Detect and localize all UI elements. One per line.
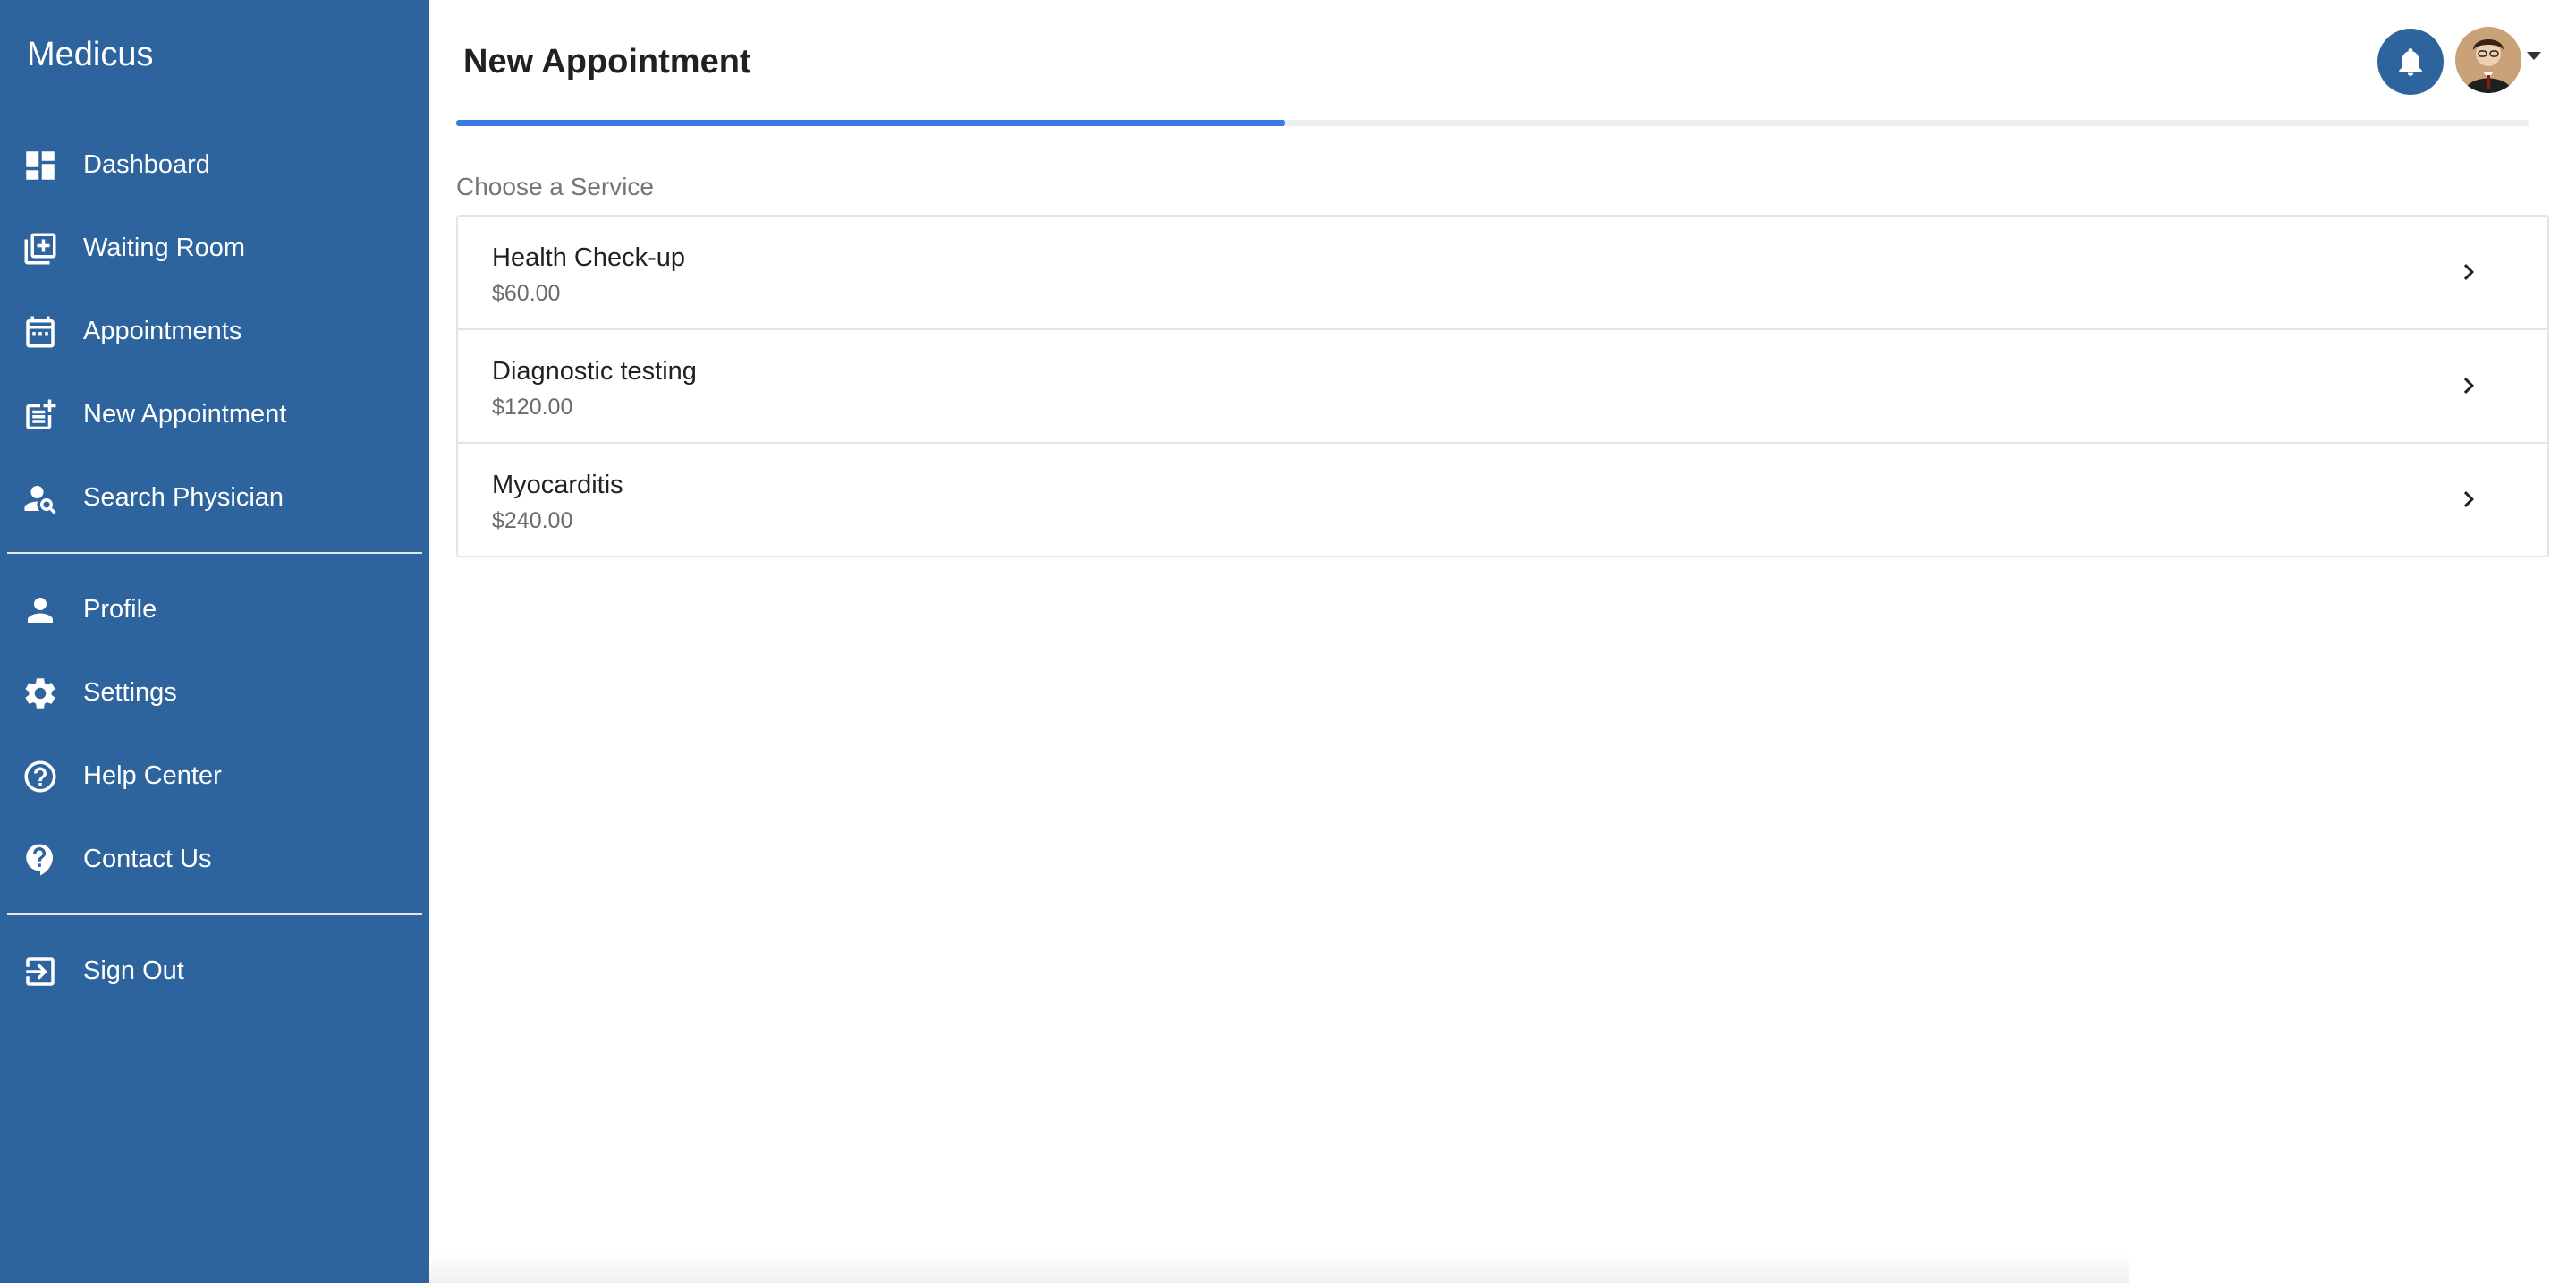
sidebar-item-new-appointment[interactable]: New Appointment — [0, 378, 429, 450]
user-avatar[interactable] — [2455, 27, 2521, 93]
sidebar-item-label: Appointments — [83, 316, 242, 345]
sidebar-item-settings[interactable]: Settings — [0, 657, 429, 728]
sidebar-item-label: Settings — [83, 677, 177, 707]
service-name: Health Check-up — [492, 243, 685, 272]
service-price: $60.00 — [492, 281, 561, 306]
sidebar-item-label: Search Physician — [83, 482, 284, 512]
brand-logo-text[interactable]: Medicus — [27, 36, 154, 74]
service-price: $120.00 — [492, 395, 573, 420]
chevron-right-icon — [2453, 483, 2485, 515]
main-content: New Appointment Choose a Service Health … — [429, 0, 2576, 1283]
caret-down-icon[interactable] — [2527, 52, 2541, 60]
calendar-icon — [21, 313, 59, 351]
help-circle-icon — [21, 758, 59, 795]
gear-icon — [21, 675, 59, 712]
library-add-icon — [21, 230, 59, 268]
sidebar-item-label: New Appointment — [83, 399, 287, 429]
person-search-icon — [21, 480, 59, 517]
sidebar-item-label: Contact Us — [83, 844, 212, 873]
service-name: Diagnostic testing — [492, 357, 697, 386]
service-name: Myocarditis — [492, 471, 623, 499]
logout-icon — [21, 953, 59, 990]
sidebar-item-profile[interactable]: Profile — [0, 574, 429, 645]
sidebar-divider — [7, 913, 422, 915]
sidebar-item-sign-out[interactable]: Sign Out — [0, 935, 429, 1007]
sidebar-item-waiting-room[interactable]: Waiting Room — [0, 212, 429, 284]
progress-bar — [456, 120, 2529, 126]
service-price: $240.00 — [492, 508, 573, 533]
contact-support-icon — [21, 841, 59, 879]
service-list: Health Check-up $60.00 Diagnostic testin… — [456, 215, 2549, 557]
sidebar: Medicus Dashboard Waiting Room Appointme… — [0, 0, 429, 1283]
bell-icon — [2394, 45, 2428, 79]
sidebar-item-appointments[interactable]: Appointments — [0, 295, 429, 367]
service-item-health-check-up[interactable]: Health Check-up $60.00 — [458, 217, 2547, 330]
service-item-myocarditis[interactable]: Myocarditis $240.00 — [458, 444, 2547, 556]
sidebar-item-label: Sign Out — [83, 956, 184, 985]
bottom-shadow — [429, 1253, 2129, 1283]
chevron-right-icon — [2453, 370, 2485, 402]
service-item-diagnostic-testing[interactable]: Diagnostic testing $120.00 — [458, 330, 2547, 444]
page-title: New Appointment — [463, 43, 751, 81]
chevron-right-icon — [2453, 256, 2485, 288]
person-icon — [21, 591, 59, 629]
dashboard-icon — [21, 147, 59, 184]
sidebar-item-label: Waiting Room — [83, 233, 246, 262]
sidebar-item-contact-us[interactable]: Contact Us — [0, 823, 429, 895]
sidebar-divider — [7, 552, 422, 554]
post-add-icon — [21, 396, 59, 434]
sidebar-item-search-physician[interactable]: Search Physician — [0, 462, 429, 533]
sidebar-item-dashboard[interactable]: Dashboard — [0, 129, 429, 200]
section-label: Choose a Service — [456, 173, 655, 200]
sidebar-item-label: Dashboard — [83, 149, 210, 179]
sidebar-item-label: Help Center — [83, 760, 222, 790]
sidebar-item-label: Profile — [83, 594, 157, 624]
progress-bar-fill — [456, 120, 1286, 126]
notifications-button[interactable] — [2377, 29, 2444, 95]
sidebar-item-help-center[interactable]: Help Center — [0, 740, 429, 811]
